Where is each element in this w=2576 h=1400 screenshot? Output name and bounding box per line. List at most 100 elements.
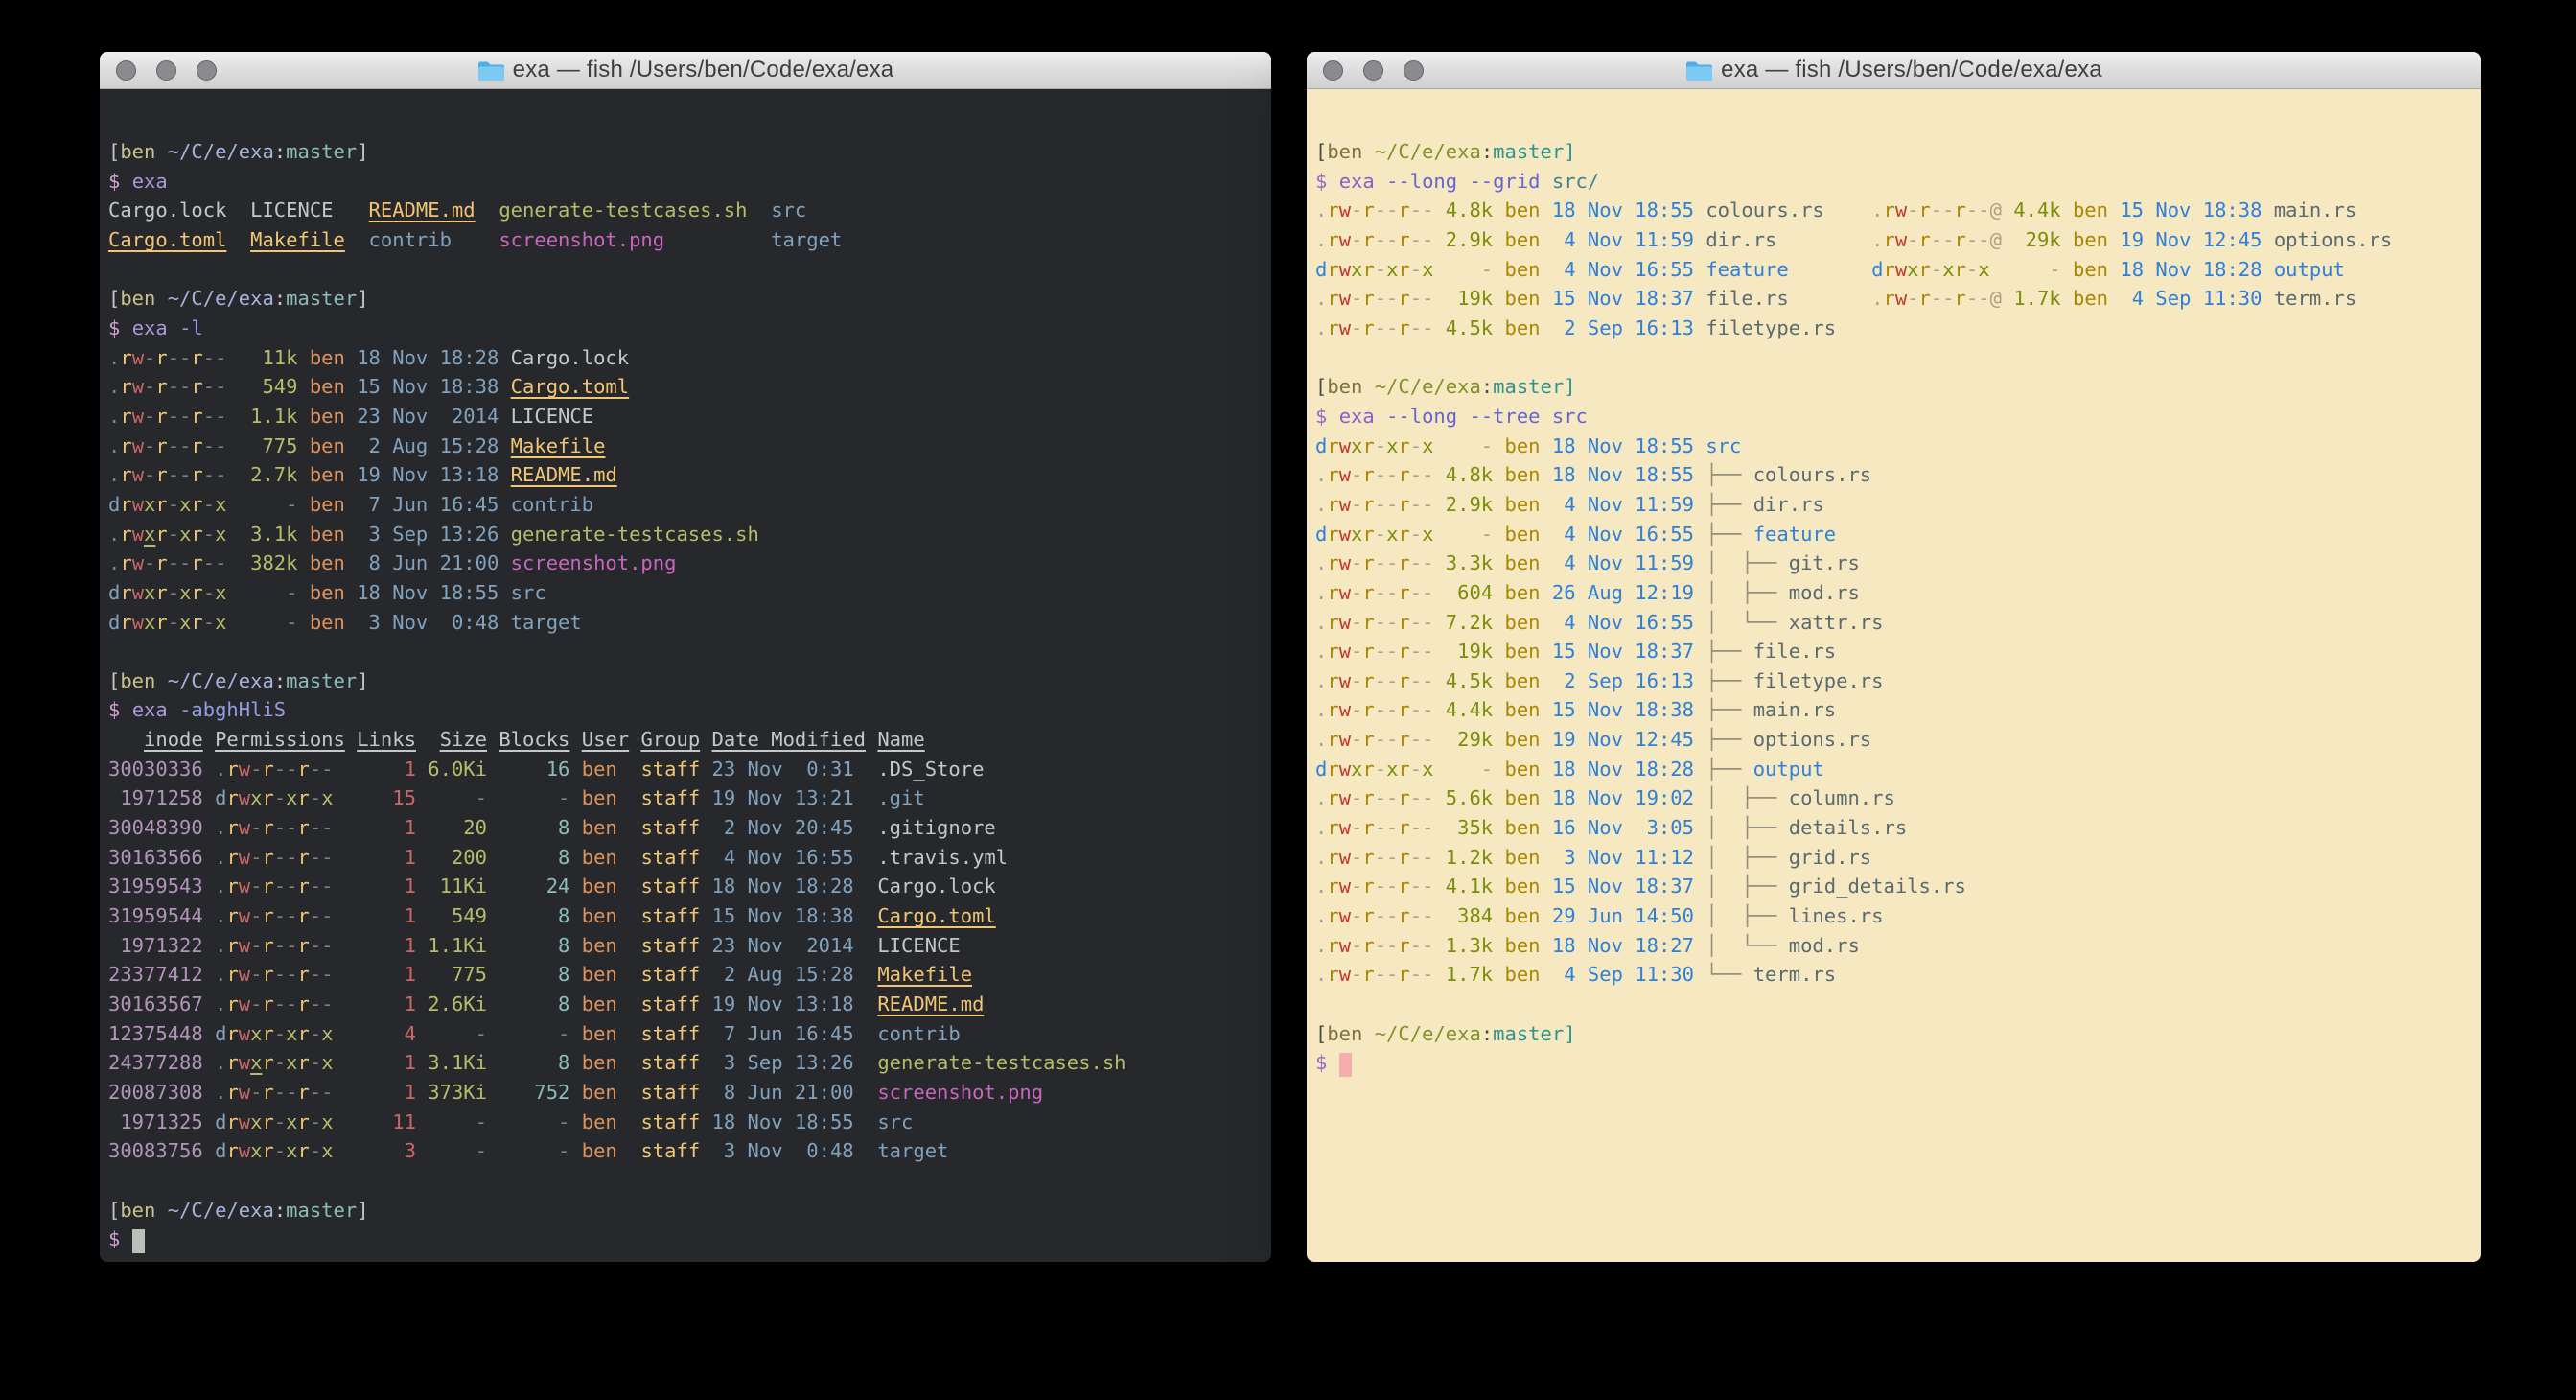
text-segment: ben (582, 1081, 629, 1104)
text-segment (569, 1139, 581, 1162)
terminal-line: [ben ~/C/e/exa:master] (1315, 1019, 2473, 1049)
text-segment: Links (357, 728, 416, 751)
text-segment: r (1362, 934, 1374, 957)
zoom-button[interactable] (197, 60, 217, 81)
terminal-output[interactable]: [ben ~/C/e/exa:master]$ exa --long --gri… (1307, 89, 2481, 1262)
text-segment (487, 728, 499, 751)
text-segment: r (1362, 287, 1374, 310)
text-segment (1541, 846, 1552, 869)
text-segment: r (1327, 493, 1338, 516)
terminal-line: 30083756 drwxr-xr-x 3 - - ben staff 3 No… (108, 1136, 1264, 1166)
terminal-line: 24377288 .rwxr-xr-x 1 3.1Ki 8 ben staff … (108, 1048, 1264, 1078)
text-segment (226, 463, 250, 486)
terminal-line: 31959544 .rw-r--r-- 1 549 8 ben staff 15… (108, 901, 1264, 931)
text-segment: 8 (499, 934, 569, 957)
text-segment (203, 934, 215, 957)
close-button[interactable] (1323, 60, 1343, 81)
text-segment: 8 (499, 963, 569, 986)
text-segment (569, 963, 581, 986)
text-segment: options.rs (2274, 228, 2392, 251)
text-segment: . (1315, 316, 1327, 339)
text-segment: - (144, 346, 155, 369)
text-segment: r (155, 523, 167, 546)
terminal-line: .rw-r--r-- 2.9k ben 4 Nov 11:59 dir.rs .… (1315, 225, 2473, 255)
text-segment: - (1351, 316, 1362, 339)
text-segment: ] (357, 140, 368, 163)
text-segment: ben (1505, 316, 1541, 339)
text-segment: r (1327, 198, 1338, 222)
text-segment: 18 Nov 18:55 (1552, 463, 1694, 486)
text-segment: 4 (357, 1022, 416, 1045)
text-segment: -- (1931, 287, 1955, 310)
zoom-button[interactable] (1404, 60, 1424, 81)
minimize-button[interactable] (156, 60, 176, 81)
text-segment (1694, 287, 1706, 310)
text-segment: Name (877, 728, 924, 751)
text-segment: - (1351, 611, 1362, 634)
text-segment: x (144, 523, 155, 546)
text-segment: README.md (369, 198, 476, 222)
terminal-line: .rw-r--r-- 775 ben 2 Aug 15:28 Makefile (108, 432, 1264, 461)
text-segment: w (239, 1139, 250, 1162)
text-segment (854, 875, 878, 898)
titlebar[interactable]: exa — fish /Users/ben/Code/exa/exa (1307, 52, 2481, 89)
text-segment: w (239, 875, 250, 898)
text-segment: ben (1505, 198, 1541, 222)
minimize-button[interactable] (1363, 60, 1383, 81)
text-segment (1789, 287, 1871, 310)
close-button[interactable] (116, 60, 136, 81)
text-segment: contrib (877, 1022, 960, 1045)
text-segment: -- (1375, 493, 1399, 516)
text-segment (203, 1110, 215, 1133)
terminal-line: 23377412 .rw-r--r-- 1 775 8 ben staff 2 … (108, 960, 1264, 990)
text-segment: w (239, 963, 250, 986)
text-segment: - (1351, 228, 1362, 251)
text-segment: ben (310, 434, 345, 457)
text-segment: 19 Nov 13:18 (357, 463, 499, 486)
text-segment: - (203, 493, 215, 516)
text-segment: - (1375, 258, 1386, 281)
titlebar[interactable]: exa — fish /Users/ben/Code/exa/exa (100, 52, 1271, 89)
text-segment: r (1398, 434, 1409, 457)
text-segment (569, 728, 581, 751)
terminal-cursor (132, 1229, 145, 1253)
text-segment (1493, 258, 1504, 281)
text-segment: -- (310, 934, 334, 957)
text-segment: 15 (357, 786, 416, 809)
text-segment (1694, 640, 1706, 663)
text-segment (345, 551, 357, 574)
text-segment: r (155, 405, 167, 428)
text-segment: -- (203, 405, 227, 428)
text-segment: -- (1410, 463, 1434, 486)
text-segment (1541, 786, 1552, 809)
text-segment (866, 728, 877, 751)
text-segment: r (262, 963, 273, 986)
text-segment (1694, 551, 1706, 574)
text-segment (700, 1139, 711, 1162)
text-segment: 19 Nov 13:18 (712, 992, 854, 1015)
text-segment: w (1339, 786, 1351, 809)
terminal-line: 1971258 drwxr-xr-x 15 - - ben staff 19 N… (108, 783, 1264, 813)
text-segment: ben (1505, 640, 1541, 663)
text-segment (1433, 523, 1445, 546)
text-segment: ben (582, 816, 629, 839)
text-segment: r (226, 934, 238, 957)
text-segment: exa (132, 698, 168, 721)
text-segment: -- (310, 758, 334, 781)
text-segment: 30048390 (108, 816, 203, 839)
text-segment (569, 1110, 581, 1133)
text-segment (499, 581, 510, 604)
text-segment: staff (640, 875, 700, 898)
text-segment: staff (640, 904, 700, 927)
text-segment: . (1315, 551, 1327, 574)
text-segment: ben (582, 786, 629, 809)
text-segment: 29 Jun 14:50 (1552, 904, 1694, 927)
text-segment: 29k (2013, 228, 2060, 251)
text-segment: ben (582, 904, 629, 927)
text-segment (1433, 786, 1445, 809)
text-segment (416, 875, 428, 898)
text-segment: staff (640, 786, 700, 809)
terminal-output[interactable]: [ben ~/C/e/exa:master]$ exaCargo.lock LI… (100, 89, 1271, 1262)
text-segment: 3.1k (250, 523, 297, 546)
text-segment: target (511, 611, 582, 634)
